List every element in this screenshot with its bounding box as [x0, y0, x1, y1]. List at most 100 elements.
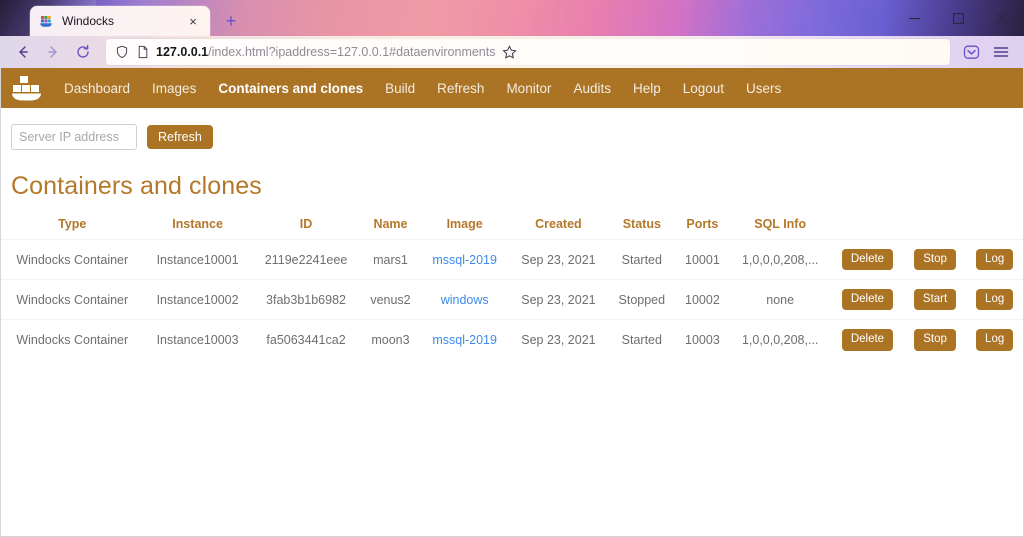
cell-action-log: Log	[966, 280, 1023, 320]
column-header-created: Created	[509, 213, 608, 240]
cell-name: moon3	[360, 320, 420, 360]
table-head: Type Instance ID Name Image Created Stat…	[1, 213, 1023, 240]
cell-name: mars1	[360, 240, 420, 280]
nav-item-dashboard[interactable]: Dashboard	[53, 81, 141, 96]
windocks-logo-icon[interactable]	[7, 71, 47, 105]
cell-type: Windocks Container	[1, 320, 144, 360]
tab-title: Windocks	[62, 14, 184, 28]
cell-sql-info: none	[729, 280, 831, 320]
delete-button[interactable]: Delete	[842, 289, 893, 310]
tab-close-icon[interactable]: ×	[184, 12, 202, 30]
table-row: Windocks Container Instance10001 2119e22…	[1, 240, 1023, 280]
cell-status: Started	[608, 240, 675, 280]
column-header-status: Status	[608, 213, 675, 240]
tab-strip: Windocks × +	[0, 0, 244, 36]
column-header-image: Image	[421, 213, 509, 240]
server-controls: Refresh	[1, 108, 1023, 150]
stop-button[interactable]: Stop	[914, 329, 956, 350]
cell-status: Stopped	[608, 280, 675, 320]
cell-action-power: Stop	[904, 320, 966, 360]
containers-table: Type Instance ID Name Image Created Stat…	[1, 213, 1023, 360]
window-controls	[892, 0, 1024, 36]
column-header-type: Type	[1, 213, 144, 240]
nav-item-containers-and-clones[interactable]: Containers and clones	[207, 81, 374, 96]
pocket-icon[interactable]	[956, 38, 986, 66]
nav-item-monitor[interactable]: Monitor	[495, 81, 562, 96]
cell-action-delete: Delete	[831, 240, 904, 280]
cell-action-power: Start	[904, 280, 966, 320]
new-tab-button[interactable]: +	[218, 8, 244, 34]
nav-item-refresh[interactable]: Refresh	[426, 81, 495, 96]
forward-button[interactable]	[38, 38, 68, 66]
cell-created: Sep 23, 2021	[509, 320, 608, 360]
cell-created: Sep 23, 2021	[509, 280, 608, 320]
column-header-ports: Ports	[676, 213, 730, 240]
delete-button[interactable]: Delete	[842, 249, 893, 270]
page-icon	[135, 44, 151, 60]
image-link[interactable]: mssql-2019	[432, 333, 497, 347]
minimize-button[interactable]	[892, 0, 936, 36]
star-icon[interactable]	[495, 45, 523, 60]
cell-ports: 10003	[676, 320, 730, 360]
url-path: /index.html?ipaddress=127.0.0.1#dataenvi…	[208, 45, 495, 59]
windocks-favicon-icon	[38, 13, 54, 29]
table-header-row: Type Instance ID Name Image Created Stat…	[1, 213, 1023, 240]
cell-id: 3fab3b1b6982	[252, 280, 361, 320]
table-row: Windocks Container Instance10002 3fab3b1…	[1, 280, 1023, 320]
cell-instance: Instance10001	[144, 240, 252, 280]
nav-item-logout[interactable]: Logout	[672, 81, 735, 96]
url-host: 127.0.0.1	[156, 45, 208, 59]
address-bar[interactable]: 127.0.0.1/index.html?ipaddress=127.0.0.1…	[106, 39, 950, 65]
cell-action-log: Log	[966, 240, 1023, 280]
cell-sql-info: 1,0,0,0,208,...	[729, 240, 831, 280]
cell-ports: 10001	[676, 240, 730, 280]
cell-image: mssql-2019	[421, 320, 509, 360]
address-bar-text: 127.0.0.1/index.html?ipaddress=127.0.0.1…	[156, 45, 495, 59]
image-link[interactable]: mssql-2019	[432, 253, 497, 267]
nav-item-help[interactable]: Help	[622, 81, 672, 96]
page-title: Containers and clones	[1, 150, 1023, 201]
delete-button[interactable]: Delete	[842, 329, 893, 350]
cell-id: fa5063441ca2	[252, 320, 361, 360]
reload-button[interactable]	[68, 38, 98, 66]
nav-item-build[interactable]: Build	[374, 81, 426, 96]
column-header-id: ID	[252, 213, 361, 240]
close-window-button[interactable]	[980, 0, 1024, 36]
cell-action-power: Stop	[904, 240, 966, 280]
nav-item-audits[interactable]: Audits	[562, 81, 622, 96]
log-button[interactable]: Log	[976, 289, 1013, 310]
browser-tab[interactable]: Windocks ×	[30, 6, 210, 36]
back-button[interactable]	[8, 38, 38, 66]
table-body: Windocks Container Instance10001 2119e22…	[1, 240, 1023, 360]
stop-button[interactable]: Stop	[914, 249, 956, 270]
cell-action-delete: Delete	[831, 280, 904, 320]
nav-item-images[interactable]: Images	[141, 81, 207, 96]
column-header-instance: Instance	[144, 213, 252, 240]
cell-action-delete: Delete	[831, 320, 904, 360]
cell-type: Windocks Container	[1, 280, 144, 320]
server-ip-input[interactable]	[11, 124, 137, 150]
column-header-action-power	[904, 213, 966, 240]
cell-status: Started	[608, 320, 675, 360]
shield-icon	[114, 44, 130, 60]
column-header-sql-info: SQL Info	[729, 213, 831, 240]
hamburger-menu-icon[interactable]	[986, 38, 1016, 66]
cell-type: Windocks Container	[1, 240, 144, 280]
image-link[interactable]: windows	[441, 293, 489, 307]
log-button[interactable]: Log	[976, 249, 1013, 270]
log-button[interactable]: Log	[976, 329, 1013, 350]
page-viewport: Dashboard Images Containers and clones B…	[0, 68, 1024, 537]
toolbar-right-icons	[956, 38, 1016, 66]
browser-window: Windocks × +	[0, 0, 1024, 537]
refresh-button[interactable]: Refresh	[147, 125, 213, 149]
browser-titlebar: Windocks × +	[0, 0, 1024, 36]
nav-item-users[interactable]: Users	[735, 81, 792, 96]
cell-ports: 10002	[676, 280, 730, 320]
column-header-action-log	[966, 213, 1023, 240]
cell-image: mssql-2019	[421, 240, 509, 280]
app-navbar: Dashboard Images Containers and clones B…	[1, 68, 1023, 108]
maximize-button[interactable]	[936, 0, 980, 36]
start-button[interactable]: Start	[914, 289, 956, 310]
cell-sql-info: 1,0,0,0,208,...	[729, 320, 831, 360]
column-header-name: Name	[360, 213, 420, 240]
